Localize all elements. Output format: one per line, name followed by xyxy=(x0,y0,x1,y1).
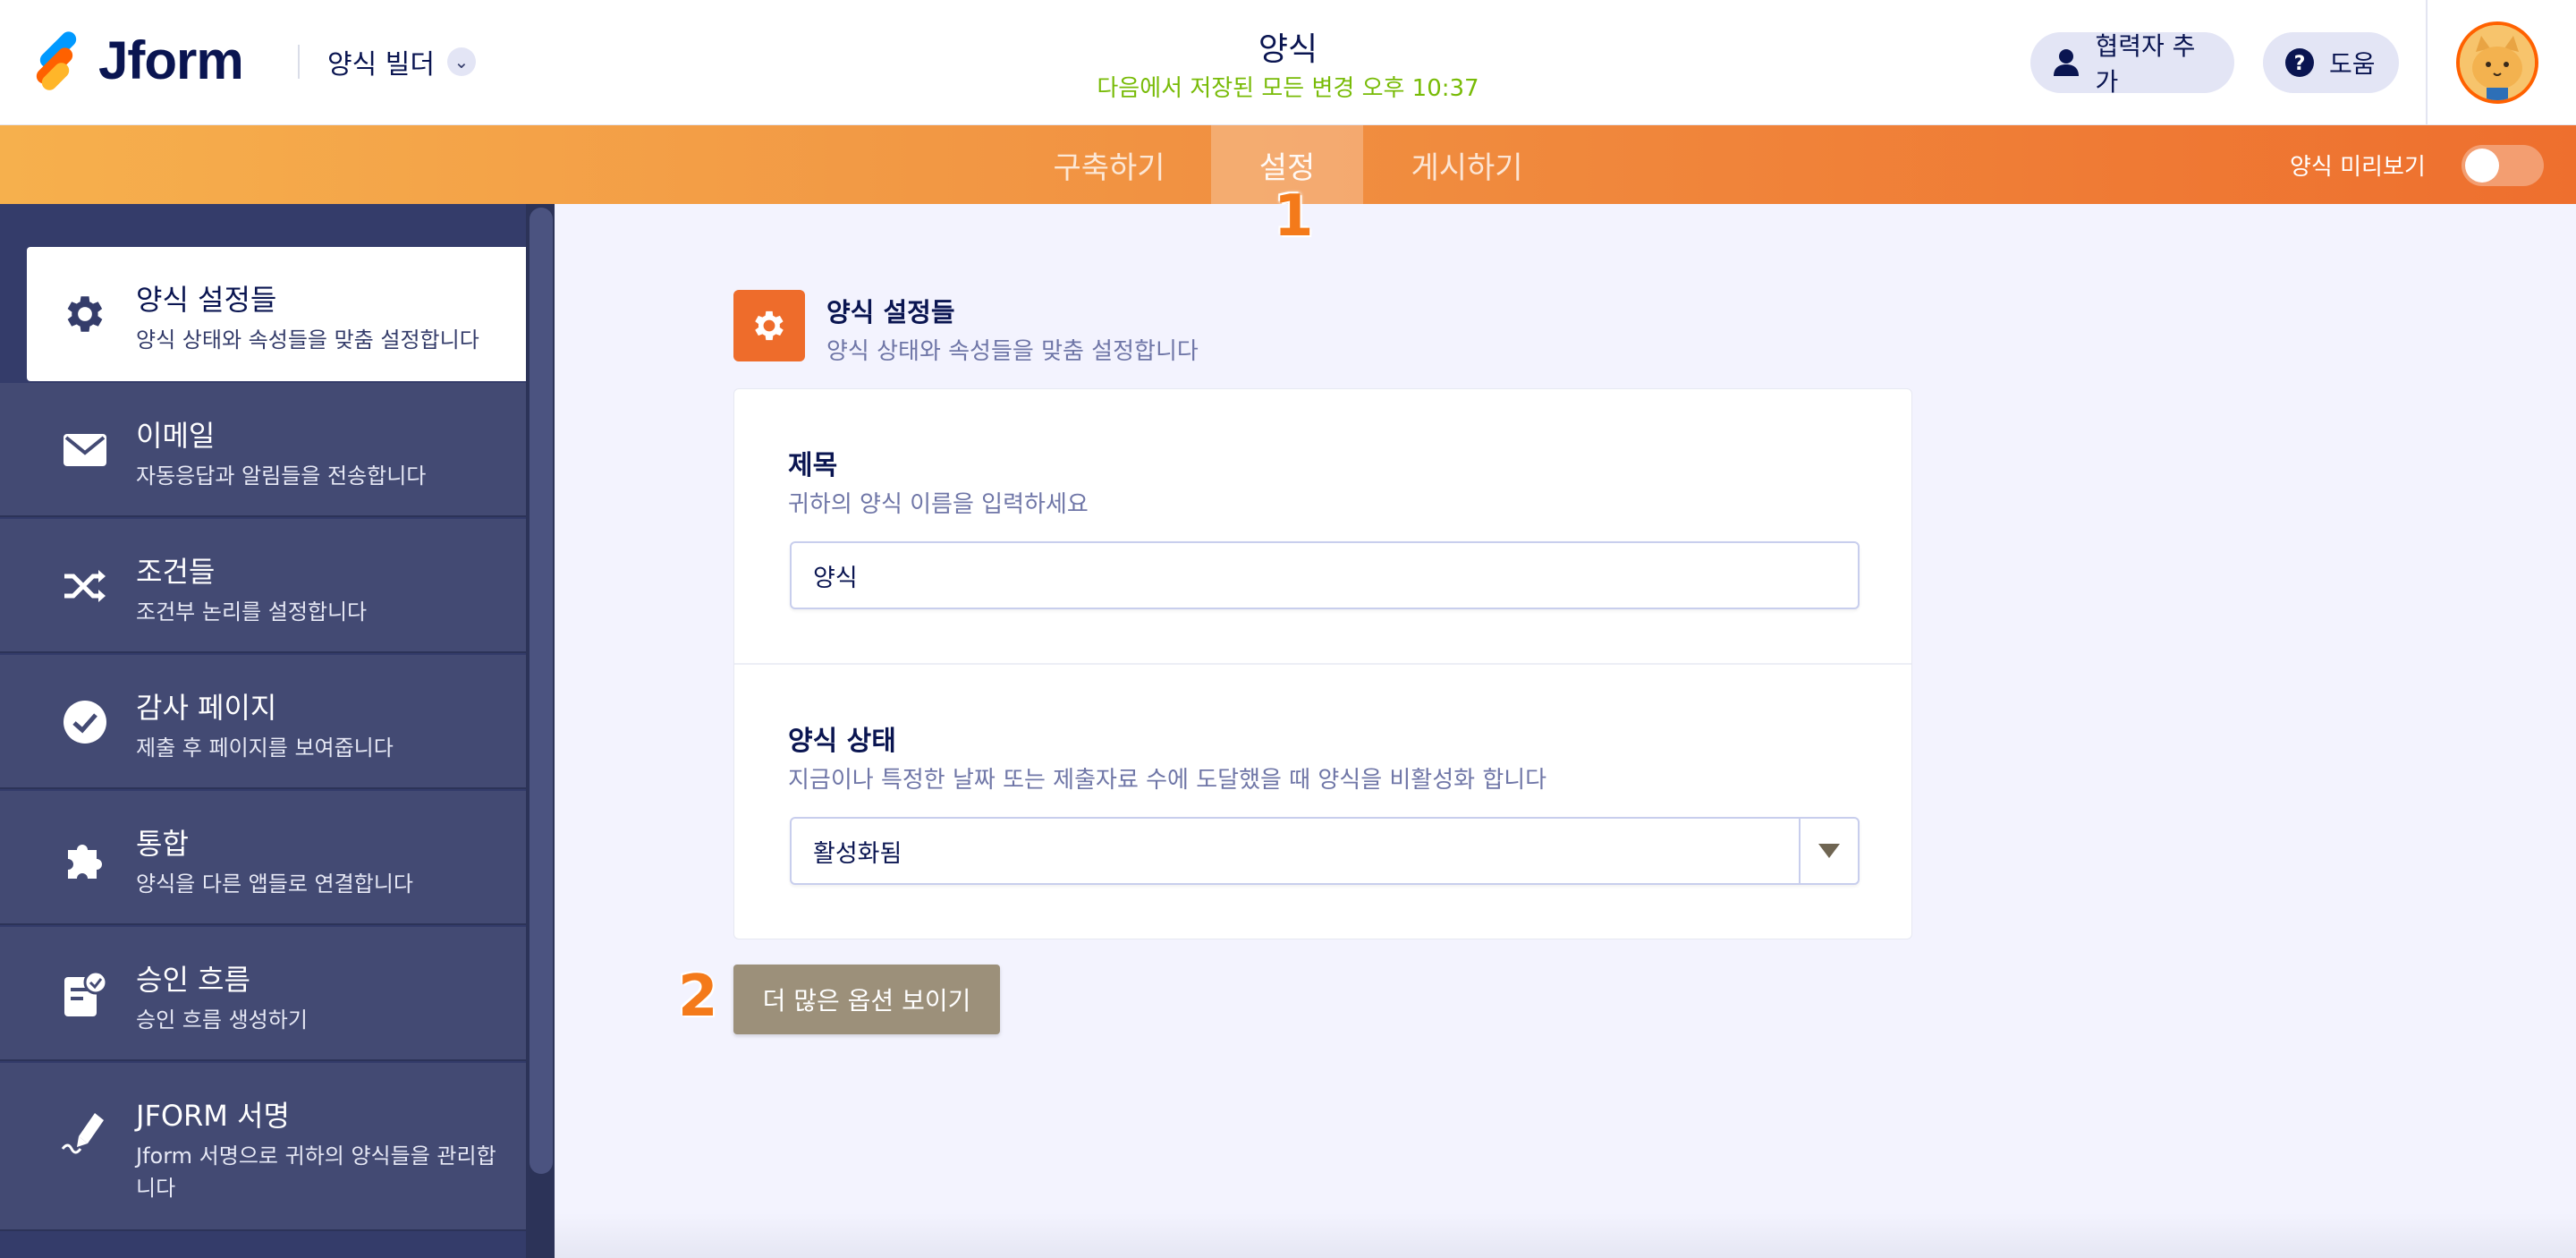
title-field-label: 제목 xyxy=(788,450,838,481)
sidebar-item-email[interactable]: 이메일 자동응답과 알림들을 전송합니다 xyxy=(0,383,526,517)
chevron-down-icon: ⌄ xyxy=(446,47,476,76)
sidebar-item-conditions[interactable]: 조건들 조건부 논리를 설정합니다 xyxy=(0,519,526,653)
add-collaborator-label: 협력자 추가 xyxy=(2095,31,2196,97)
help-label: 도움 xyxy=(2329,49,2376,79)
sidebar-item-desc: 양식을 다른 앱들로 연결합니다 xyxy=(136,871,413,897)
sidebar-item-title: 감사 페이지 xyxy=(136,691,277,725)
form-preview-toggle[interactable] xyxy=(2462,145,2544,186)
save-status: 다음에서 저장된 모든 변경 오후 10:37 xyxy=(1097,75,1479,102)
sidebar-item-thank-you-page[interactable]: 감사 페이지 제출 후 페이지를 보여줍니다 xyxy=(0,655,526,789)
status-field-label: 양식 상태 xyxy=(788,726,896,757)
signature-pen-icon xyxy=(61,1106,109,1154)
section-gear-icon xyxy=(733,290,805,361)
question-icon: ? xyxy=(2284,47,2315,78)
tab-build[interactable]: 구축하기 xyxy=(1038,125,1181,204)
avatar[interactable] xyxy=(2456,21,2538,104)
gear-icon xyxy=(61,290,109,338)
cat-avatar-icon xyxy=(2460,25,2535,100)
check-circle-icon xyxy=(61,698,109,746)
add-collaborator-button[interactable]: 협력자 추가 xyxy=(2030,31,2234,97)
sidebar-item-title: 통합 xyxy=(136,827,189,861)
sidebar-item-jform-sign[interactable]: JFORM 서명 Jform 서명으로 귀하의 양식들을 관리합니다 xyxy=(0,1063,526,1231)
jform-logo[interactable]: Jform xyxy=(32,28,274,94)
form-status-select[interactable]: 활성화됨 xyxy=(790,817,1860,885)
builder-selector[interactable]: 양식 빌더 ⌄ xyxy=(327,41,476,82)
section-description: 양식 상태와 속성들을 맞춤 설정합니다 xyxy=(826,338,1199,365)
bottom-shadow xyxy=(555,1213,2576,1258)
logo-mark-icon xyxy=(32,28,86,94)
header-divider xyxy=(298,45,300,79)
annotation-badge-2: 2 xyxy=(678,964,718,1030)
sidebar-item-desc: 제출 후 페이지를 보여줍니다 xyxy=(136,735,394,761)
sidebar-item-approval-flow[interactable]: 승인 흐름 승인 흐름 생성하기 xyxy=(0,927,526,1061)
sidebar-item-desc: Jform 서명으로 귀하의 양식들을 관리합니다 xyxy=(136,1143,496,1201)
envelope-icon xyxy=(61,426,109,474)
form-title[interactable]: 양식 xyxy=(1109,23,1467,70)
caret-down-icon xyxy=(1799,819,1858,883)
form-status-value: 활성화됨 xyxy=(813,839,902,868)
show-more-options-button[interactable]: 더 많은 옵션 보이기 xyxy=(733,965,1000,1034)
form-preview-label: 양식 미리보기 xyxy=(2290,153,2426,181)
card-divider xyxy=(734,663,1911,665)
sidebar-item-desc: 승인 흐름 생성하기 xyxy=(136,1007,308,1033)
sidebar-item-title: 승인 흐름 xyxy=(136,963,250,997)
svg-text:?: ? xyxy=(2294,53,2306,75)
logo-text: Jform xyxy=(98,30,244,90)
sidebar-item-title: 양식 설정들 xyxy=(136,283,277,317)
sidebar-item-title: 조건들 xyxy=(136,555,216,589)
approval-icon xyxy=(61,970,109,1018)
user-icon xyxy=(2052,47,2080,78)
section-title: 양식 설정들 xyxy=(826,297,955,327)
sidebar-scrollbar-thumb[interactable] xyxy=(530,208,553,1174)
shuffle-icon xyxy=(61,562,109,610)
sidebar-item-form-settings[interactable]: 양식 설정들 양식 상태와 속성들을 맞춤 설정합니다 xyxy=(27,247,526,381)
builder-label: 양식 빌더 xyxy=(327,49,435,81)
annotation-badge-1: 1 xyxy=(1274,183,1314,250)
tab-publish[interactable]: 게시하기 xyxy=(1395,125,1538,204)
form-title-input[interactable]: 양식 xyxy=(790,541,1860,609)
sidebar-item-integrations[interactable]: 통합 양식을 다른 앱들로 연결합니다 xyxy=(0,791,526,925)
top-header: Jform 양식 빌더 ⌄ 양식 다음에서 저장된 모든 변경 오후 10:37… xyxy=(0,0,2576,125)
help-button[interactable]: ? 도움 xyxy=(2263,32,2399,93)
puzzle-icon xyxy=(61,834,109,882)
sidebar-item-desc: 조건부 논리를 설정합니다 xyxy=(136,599,368,625)
sidebar-item-title: JFORM 서명 xyxy=(136,1099,290,1133)
title-field-help: 귀하의 양식 이름을 입력하세요 xyxy=(788,491,1089,518)
settings-card: 제목 귀하의 양식 이름을 입력하세요 양식 양식 상태 지금이나 특정한 날짜… xyxy=(733,388,1912,939)
toggle-knob xyxy=(2465,149,2499,183)
sidebar-item-desc: 양식 상태와 속성들을 맞춤 설정합니다 xyxy=(136,327,479,353)
status-field-help: 지금이나 특정한 날짜 또는 제출자료 수에 도달했을 때 양식을 비활성화 합… xyxy=(788,767,1547,794)
sidebar-item-title: 이메일 xyxy=(136,419,216,453)
sidebar-item-desc: 자동응답과 알림들을 전송합니다 xyxy=(136,463,427,489)
header-separator xyxy=(2426,0,2428,125)
